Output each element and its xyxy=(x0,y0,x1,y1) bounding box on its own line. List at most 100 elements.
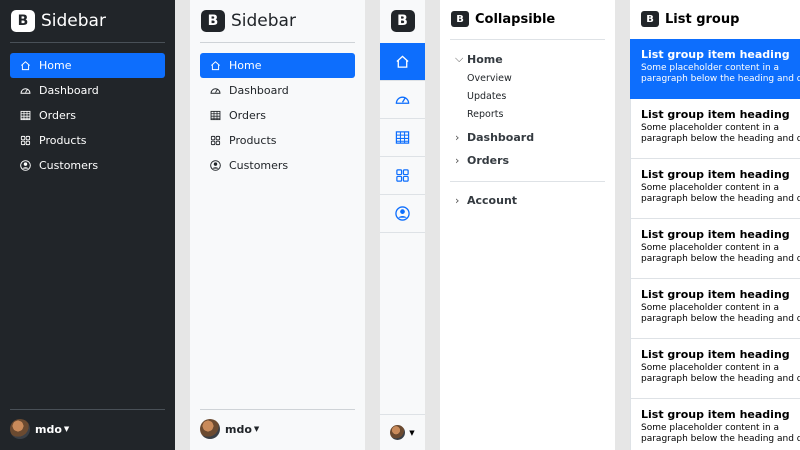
icon-sidebar: B ▼ xyxy=(380,0,425,450)
grid-icon xyxy=(395,168,410,183)
user-dropdown[interactable]: mdo ▼ xyxy=(10,419,69,439)
user-name: mdo xyxy=(35,422,62,436)
avatar xyxy=(390,425,406,440)
collapse-link-reports[interactable]: Reports xyxy=(467,109,503,120)
nav-item-dashboard[interactable]: Dashboard xyxy=(200,78,355,103)
light-sidebar: B Sidebar Home Dashboard Orders Products… xyxy=(190,0,365,450)
brand[interactable]: B xyxy=(380,0,425,42)
nav-label: Orders xyxy=(39,109,76,122)
icon-nav-products[interactable] xyxy=(380,157,425,195)
item-text: paragraph below the heading and date. xyxy=(641,254,800,264)
list-group-item[interactable]: List group item heading Some placeholder… xyxy=(630,39,800,99)
caret-down-icon: ▼ xyxy=(409,428,415,437)
brand[interactable]: B Collapsible xyxy=(440,0,615,38)
divider xyxy=(450,39,605,40)
brand[interactable]: B Sidebar xyxy=(190,0,365,42)
item-heading: List group item heading xyxy=(641,48,790,61)
nav-item-orders[interactable]: Orders xyxy=(200,103,355,128)
nav-item-home[interactable]: Home xyxy=(200,53,355,78)
item-text: paragraph below the heading and date. xyxy=(641,434,800,444)
item-heading: List group item heading xyxy=(641,348,790,361)
nav-label: Home xyxy=(39,59,72,72)
speedometer-icon xyxy=(395,92,410,107)
bootstrap-logo-icon: B xyxy=(201,10,225,32)
home-icon xyxy=(20,60,31,71)
collapse-toggle-orders[interactable]: › Orders xyxy=(455,154,509,167)
collapse-toggle-home[interactable]: ⌵ Home xyxy=(455,52,503,66)
list-group-item[interactable]: List group item heading Some placeholder… xyxy=(630,399,800,450)
nav-label: Customers xyxy=(39,159,99,172)
divider xyxy=(10,42,165,43)
item-heading: List group item heading xyxy=(641,228,790,241)
nav-label: Home xyxy=(229,59,262,72)
chevron-right-icon: › xyxy=(455,154,460,167)
grid-icon xyxy=(20,135,31,146)
icon-nav-orders[interactable] xyxy=(380,119,425,157)
nav-item-products[interactable]: Products xyxy=(200,128,355,153)
caret-down-icon: ▼ xyxy=(63,425,70,433)
item-text: paragraph below the heading and date. xyxy=(641,74,800,84)
collapse-toggle-account[interactable]: › Account xyxy=(455,194,517,207)
chevron-right-icon: › xyxy=(455,194,460,207)
speedometer-icon xyxy=(20,85,31,96)
collapsible-title: Collapsible xyxy=(475,11,556,27)
home-icon xyxy=(210,60,221,71)
item-text: Some placeholder content in a xyxy=(641,423,780,433)
nav-item-customers[interactable]: Customers xyxy=(10,153,165,178)
nav-item-orders[interactable]: Orders xyxy=(10,103,165,128)
avatar xyxy=(200,419,220,439)
item-text: paragraph below the heading and date. xyxy=(641,314,800,324)
icon-nav-home[interactable] xyxy=(380,43,425,81)
icon-nav-dashboard[interactable] xyxy=(380,81,425,119)
item-text: Some placeholder content in a xyxy=(641,123,780,133)
brand-title: Sidebar xyxy=(231,11,296,31)
item-heading: List group item heading xyxy=(641,108,790,121)
bootstrap-logo-icon: B xyxy=(390,10,415,32)
icon-nav-customers[interactable] xyxy=(380,195,425,233)
bootstrap-logo-icon: B xyxy=(451,11,469,27)
nav-label: Orders xyxy=(229,109,266,122)
table-icon xyxy=(395,130,410,145)
item-text: Some placeholder content in a xyxy=(641,363,780,373)
nav-label: Products xyxy=(229,134,277,147)
item-text: paragraph below the heading and date. xyxy=(641,374,800,384)
nav-item-dashboard[interactable]: Dashboard xyxy=(10,78,165,103)
nav-item-products[interactable]: Products xyxy=(10,128,165,153)
grid-icon xyxy=(210,135,221,146)
nav-item-home[interactable]: Home xyxy=(10,53,165,78)
item-text: paragraph below the heading and date. xyxy=(641,194,800,204)
table-icon xyxy=(20,110,31,121)
user-dropdown[interactable]: mdo ▼ xyxy=(200,419,259,439)
dark-sidebar: B Sidebar Home Dashboard Orders Products… xyxy=(0,0,175,450)
group-label: Home xyxy=(467,52,503,66)
collapse-link-updates[interactable]: Updates xyxy=(467,91,506,102)
list-group-item[interactable]: List group item heading Some placeholder… xyxy=(630,339,800,399)
nav-item-customers[interactable]: Customers xyxy=(200,153,355,178)
user-circle-icon xyxy=(20,160,31,171)
home-icon xyxy=(395,54,410,69)
list-group-item[interactable]: List group item heading Some placeholder… xyxy=(630,99,800,159)
item-text: Some placeholder content in a xyxy=(641,243,780,253)
list-group-item[interactable]: List group item heading Some placeholder… xyxy=(630,219,800,279)
nav-label: Dashboard xyxy=(39,84,99,97)
divider xyxy=(450,181,605,182)
nav-label: Customers xyxy=(229,159,289,172)
divider xyxy=(200,42,355,43)
divider xyxy=(10,409,165,410)
caret-down-icon: ▼ xyxy=(253,425,260,433)
item-heading: List group item heading xyxy=(641,408,790,421)
item-text: Some placeholder content in a xyxy=(641,303,780,313)
brand-title: Sidebar xyxy=(41,11,106,31)
list-group-item[interactable]: List group item heading Some placeholder… xyxy=(630,159,800,219)
list-group-item[interactable]: List group item heading Some placeholder… xyxy=(630,279,800,339)
user-dropdown[interactable]: ▼ xyxy=(380,414,425,450)
collapse-link-overview[interactable]: Overview xyxy=(467,73,512,84)
brand[interactable]: B Sidebar xyxy=(0,0,175,42)
item-text: Some placeholder content in a xyxy=(641,63,780,73)
chevron-down-icon: ⌵ xyxy=(455,52,464,65)
list-group-title: List group xyxy=(665,11,740,27)
collapse-toggle-dashboard[interactable]: › Dashboard xyxy=(455,131,534,144)
brand[interactable]: B List group xyxy=(630,0,800,38)
group-label: Dashboard xyxy=(467,131,535,144)
user-circle-icon xyxy=(395,206,410,221)
